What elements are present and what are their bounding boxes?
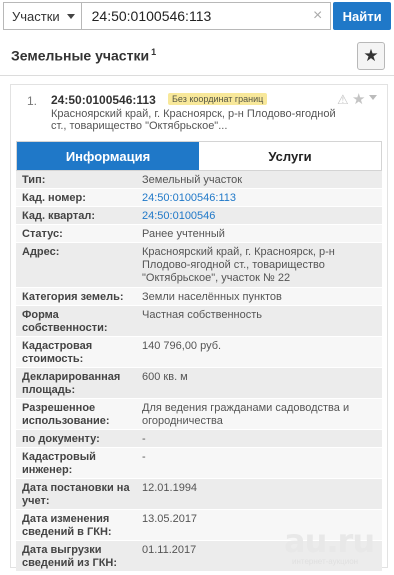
row-key: Дата постановки на учет: [22, 482, 130, 507]
star-icon: ★ [363, 46, 379, 65]
search-input-value: 24:50:0100546:113 [91, 8, 212, 24]
tab-information[interactable]: Информация [17, 142, 199, 170]
no-boundary-badge: Без координат границ [168, 93, 268, 105]
table-row: Кад. квартал: 24:50:0100546 [16, 207, 382, 225]
results-header: Земельные участки 1 ★ [0, 36, 394, 76]
row-value: Ранее учтенный [142, 228, 225, 240]
table-row: Тип: Земельный участок [16, 171, 382, 189]
row-key: Разрешенное использование: [22, 402, 110, 427]
chevron-down-icon [66, 13, 75, 19]
cad-quarter-link[interactable]: 24:50:0100546 [142, 210, 372, 223]
row-key: Дата выгрузки сведений из ГКН: [22, 544, 118, 569]
row-value: 600 кв. м [142, 371, 188, 383]
row-value: Красноярский край, г. Красноярск, р-н Пл… [142, 246, 335, 284]
favorites-button[interactable]: ★ [357, 42, 385, 70]
row-key: Кадастровая стоимость: [22, 340, 93, 365]
table-row: Декларированная площадь: 600 кв. м [16, 368, 382, 399]
search-button[interactable]: Найти [333, 2, 391, 30]
clear-icon[interactable]: × [313, 7, 322, 25]
row-key: Форма собственности: [22, 309, 108, 334]
table-row: Адрес: Красноярский край, г. Красноярск,… [16, 243, 382, 288]
row-key: Адрес: [22, 246, 60, 258]
search-type-label: Участки [12, 8, 60, 24]
favorite-star-icon[interactable]: ★ [352, 90, 365, 108]
watermark-subtitle: интернет-аукцион [292, 557, 359, 566]
table-row: Дата постановки на учет: 12.01.1994 [16, 479, 382, 510]
result-address: Красноярский край, г. Красноярск, р-н Пл… [51, 108, 336, 132]
detail-tabs: Информация Услуги [16, 141, 382, 171]
page-title-text: Земельные участки [11, 47, 150, 64]
table-row: Кад. номер: 24:50:0100546:113 [16, 189, 382, 207]
row-value: 12.01.1994 [142, 482, 198, 494]
cad-number-link[interactable]: 24:50:0100546:113 [142, 192, 372, 205]
row-key: Кад. номер: [22, 192, 86, 204]
row-key: Кадастровый инженер: [22, 451, 96, 476]
row-value: Земельный участок [142, 174, 243, 186]
table-row: Кадастровая стоимость: 140 796,00 руб. [16, 337, 382, 368]
table-row: Разрешенное использование: Для ведения г… [16, 399, 382, 430]
row-key: Статус: [22, 228, 63, 240]
row-key: Тип: [22, 174, 46, 186]
table-row: Форма собственности: Частная собственнос… [16, 306, 382, 337]
row-value: Для ведения гражданами садоводства и ого… [142, 402, 350, 427]
search-bar: Участки 24:50:0100546:113 × Найти [0, 0, 394, 32]
row-key: Категория земель: [22, 291, 124, 303]
row-key: Дата изменения сведений в ГКН: [22, 513, 112, 538]
result-cad-number[interactable]: 24:50:0100546:113 [51, 93, 156, 107]
row-value: - [142, 451, 146, 463]
result-card: 1. 24:50:0100546:113 Без координат грани… [10, 84, 388, 572]
watermark-logo: au.ru [284, 522, 375, 560]
table-row: Статус: Ранее учтенный [16, 225, 382, 243]
search-input[interactable]: 24:50:0100546:113 × [80, 2, 332, 30]
tab-services[interactable]: Услуги [199, 142, 381, 170]
row-key: по документу: [22, 433, 100, 445]
result-number: 1. [27, 94, 38, 108]
row-key: Кад. квартал: [22, 210, 96, 222]
page-title: Земельные участки 1 [11, 47, 156, 64]
search-type-select[interactable]: Участки [3, 2, 81, 30]
row-value: 140 796,00 руб. [142, 340, 222, 352]
table-row: Кадастровый инженер: - [16, 448, 382, 479]
row-value: Частная собственность [142, 309, 263, 321]
table-row: Категория земель: Земли населённых пункт… [16, 288, 382, 306]
row-value: - [142, 433, 146, 445]
warning-icon[interactable]: ⚠ [337, 92, 349, 108]
page-title-count: 1 [151, 47, 157, 57]
row-key: Декларированная площадь: [22, 371, 121, 396]
chevron-down-icon[interactable] [369, 95, 377, 100]
row-value: Земли населённых пунктов [142, 291, 282, 303]
table-row: по документу: - [16, 430, 382, 448]
